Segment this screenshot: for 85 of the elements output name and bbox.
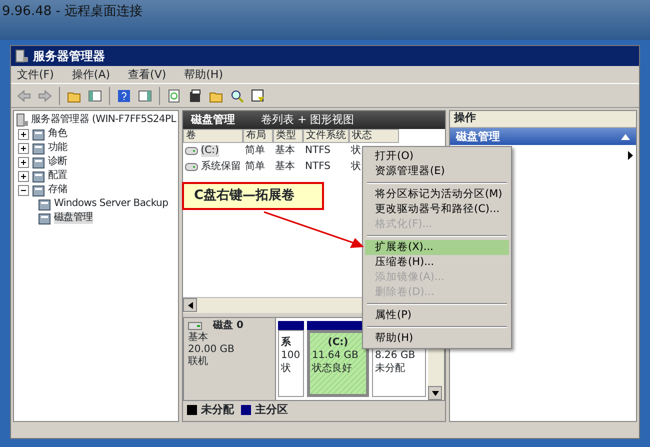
tree-item[interactable]: 功能 (48, 142, 68, 154)
actions-header: 操作 (450, 111, 636, 128)
node-icon (32, 156, 45, 168)
menu-item[interactable]: 打开(O) (365, 149, 509, 164)
table-cell: 基本 (275, 161, 295, 172)
partition-text: 8.26 GB (375, 349, 416, 362)
tree-item[interactable]: 服务器管理器 (WIN-F7FF5S24PL (30, 114, 176, 126)
partition-text: (C:) (326, 336, 350, 349)
tree-item[interactable]: Windows Server Backup (54, 198, 168, 210)
column-header[interactable]: 文件系统 (303, 129, 349, 143)
tree-item[interactable]: 诊断 (48, 156, 68, 168)
expand-icon[interactable] (18, 170, 29, 182)
left-arrow-icon[interactable] (188, 302, 192, 308)
partition-block[interactable]: (C:) 11.64 GB 状态良好 (307, 330, 369, 397)
tree-item[interactable]: 角色 (48, 128, 68, 140)
table-cell: 状 (351, 145, 361, 156)
table-cell: 简单 (245, 145, 265, 156)
node-icon (32, 170, 45, 182)
legend-label: 未分配 (201, 403, 234, 417)
column-header[interactable]: 卷 (183, 129, 243, 143)
drive-icon (185, 163, 198, 171)
actions-section[interactable]: 磁盘管理 (450, 128, 636, 145)
tree-item[interactable]: 磁盘管理 (54, 212, 93, 224)
menu-item[interactable]: 扩展卷(X)... (365, 240, 509, 255)
table-cell: 状 (351, 161, 361, 172)
column-header[interactable]: 类型 (273, 129, 303, 143)
action-pane-icon[interactable] (138, 88, 152, 102)
partition-text: 100 (281, 349, 301, 362)
tree-item[interactable]: 存储 (48, 184, 68, 196)
expand-icon[interactable] (18, 142, 29, 154)
tree-item[interactable]: 配置 (48, 170, 68, 182)
node-icon (32, 142, 45, 154)
node-icon (32, 128, 45, 140)
table-cell: 系统保留 (200, 161, 241, 173)
menu-item[interactable]: 压缩卷(H)... (365, 255, 509, 270)
submenu-arrow-icon[interactable] (628, 150, 634, 160)
magnifier-icon[interactable] (230, 88, 244, 102)
down-arrow-icon[interactable] (432, 390, 438, 396)
tree-pane-icon[interactable] (88, 88, 102, 102)
window-title: 9.96.48 - 远程桌面连接 (2, 4, 143, 19)
panel-title: 磁盘管理 (191, 113, 235, 127)
table-cell: 简单 (245, 161, 265, 172)
view-label: 卷列表 + 图形视图 (261, 113, 354, 127)
window-title: 服务器管理器 (33, 48, 105, 64)
partition-text: 系 (281, 336, 292, 349)
column-header[interactable]: 布局 (243, 129, 273, 143)
collapse-arrow-icon[interactable] (621, 134, 630, 140)
partition-text: 未分配 (375, 362, 406, 375)
disk-detail: 20.00 GB (188, 344, 236, 356)
menu-item[interactable]: 查看(V) (128, 68, 166, 82)
collapse-icon[interactable] (18, 184, 29, 196)
partition-text: 11.64 GB (312, 349, 360, 362)
expand-icon[interactable] (18, 156, 29, 168)
legend-label: 主分区 (254, 403, 288, 417)
partition-bar (278, 321, 304, 330)
menu-item[interactable]: 将分区标记为活动分区(M) (365, 187, 509, 202)
menu-item[interactable]: 属性(P) (365, 308, 509, 323)
menu-item[interactable]: 更改驱动器号和路径(C)... (365, 202, 509, 217)
disk-detail: 基本 (188, 332, 209, 344)
menu-item[interactable]: 文件(F) (17, 68, 54, 82)
table-cell: (C:) (200, 145, 219, 157)
help-icon[interactable] (117, 88, 131, 102)
disk-detail: 联机 (188, 356, 209, 368)
server-icon (16, 113, 28, 127)
properties-icon[interactable] (188, 88, 202, 102)
table-cell: NTFS (305, 161, 331, 172)
drive-icon (185, 147, 198, 155)
disk-label: 磁盘 0 (213, 320, 244, 332)
partition-text: 状 (281, 362, 292, 375)
server-icon (15, 49, 29, 63)
partition-block[interactable]: 系 100 状 (278, 330, 304, 397)
menu-item[interactable]: 操作(A) (72, 68, 110, 82)
callout-note: C盘右键—拓展卷 (182, 182, 324, 210)
menu-item[interactable]: 资源管理器(E) (365, 164, 509, 179)
node-icon (38, 198, 51, 210)
column-header[interactable]: 状态 (349, 129, 399, 143)
table-cell: NTFS (305, 145, 331, 156)
menu-item[interactable]: 帮助(H) (184, 68, 223, 82)
refresh-icon[interactable] (167, 88, 181, 102)
expand-icon[interactable] (18, 128, 29, 140)
export-icon[interactable] (251, 88, 265, 102)
node-icon (38, 212, 51, 224)
partition-text: 状态良好 (312, 362, 353, 375)
table-cell: 基本 (275, 145, 295, 156)
node-icon (32, 184, 45, 196)
